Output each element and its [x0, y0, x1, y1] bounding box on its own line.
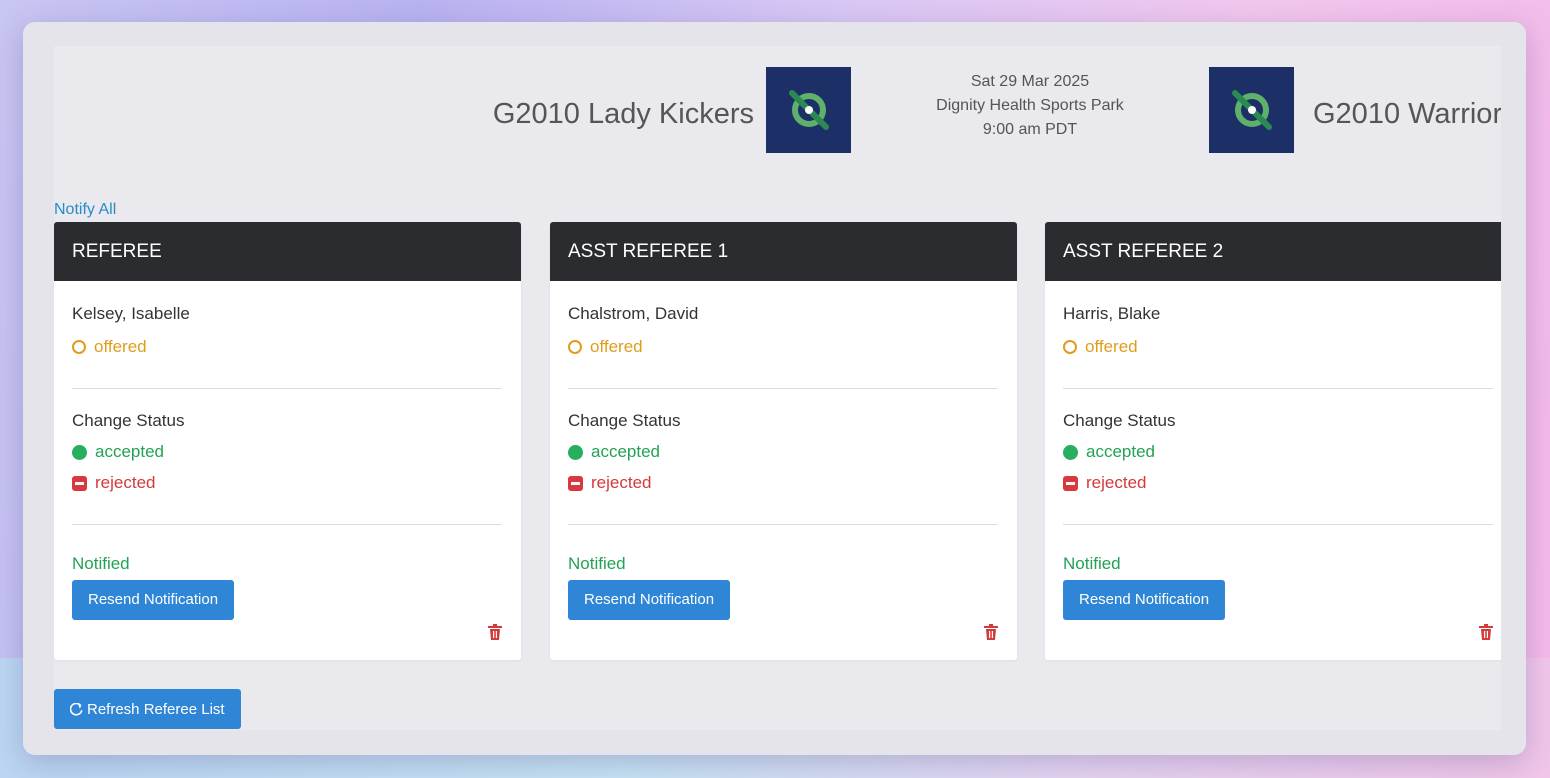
status-label: offered	[94, 337, 147, 356]
circle-outline-icon	[568, 340, 582, 354]
card-role-title: REFEREE	[54, 222, 521, 281]
away-team-logo-icon	[1209, 67, 1294, 153]
resend-notification-button[interactable]: Resend Notification	[1063, 580, 1226, 620]
asst-referee-1-card: ASST REFEREE 1 Chalstrom, David offered …	[550, 222, 1017, 660]
trash-icon[interactable]	[488, 624, 502, 640]
minus-square-icon	[1063, 475, 1078, 491]
official-name: Kelsey, Isabelle	[72, 304, 190, 323]
match-date: Sat 29 Mar 2025	[970, 73, 1090, 90]
current-status: offered	[568, 337, 643, 357]
current-status: offered	[1063, 337, 1138, 357]
page-viewport: G2010 Lady Kickers Sat 29 Mar 2025 Digni…	[54, 46, 1501, 730]
official-name: Harris, Blake	[1063, 304, 1161, 323]
change-status-label: Change Status	[568, 411, 681, 430]
notified-status: Notified	[568, 554, 626, 573]
refresh-label: Refresh Referee List	[87, 700, 225, 718]
status-label: offered	[1085, 337, 1138, 356]
refresh-referee-list-button[interactable]: Refresh Referee List	[54, 689, 241, 729]
notify-all-link[interactable]: Notify All	[54, 201, 116, 219]
match-venue: Dignity Health Sports Park	[936, 97, 1124, 114]
divider	[568, 388, 998, 389]
asst-referee-2-card: ASST REFEREE 2 Harris, Blake offered Cha…	[1045, 222, 1501, 660]
current-status: offered	[72, 337, 147, 357]
divider	[568, 524, 998, 525]
app-window: G2010 Lady Kickers Sat 29 Mar 2025 Digni…	[23, 22, 1526, 755]
refresh-icon	[70, 702, 83, 716]
change-status-label: Change Status	[72, 411, 185, 430]
card-role-title: ASST REFEREE 1	[550, 222, 1017, 281]
home-team-name: G2010 Lady Kickers	[492, 98, 754, 130]
change-status-label: Change Status	[1063, 411, 1176, 430]
match-header: G2010 Lady Kickers Sat 29 Mar 2025 Digni…	[54, 46, 1501, 196]
reject-option[interactable]: rejected	[568, 473, 651, 493]
resend-notification-button[interactable]: Resend Notification	[568, 580, 731, 620]
home-team-logo-icon	[766, 67, 851, 153]
card-role-title: ASST REFEREE 2	[1045, 222, 1501, 281]
referee-card: REFEREE Kelsey, Isabelle offered Change …	[54, 222, 521, 660]
reject-option[interactable]: rejected	[1063, 473, 1146, 493]
trash-icon[interactable]	[984, 624, 998, 640]
minus-square-icon	[72, 475, 87, 491]
official-name: Chalstrom, David	[568, 304, 699, 323]
reject-label: rejected	[1086, 473, 1147, 492]
minus-square-icon	[568, 475, 583, 491]
circle-outline-icon	[72, 340, 86, 354]
divider	[72, 388, 502, 389]
reject-label: rejected	[591, 473, 652, 492]
circle-outline-icon	[1063, 340, 1077, 354]
filled-circle-icon	[568, 444, 583, 460]
accept-label: accepted	[591, 442, 660, 461]
resend-notification-button[interactable]: Resend Notification	[72, 580, 235, 620]
accept-label: accepted	[1086, 442, 1155, 461]
reject-option[interactable]: rejected	[72, 473, 155, 493]
accept-label: accepted	[95, 442, 164, 461]
divider	[1063, 524, 1493, 525]
trash-icon[interactable]	[1479, 624, 1493, 640]
accept-option[interactable]: accepted	[72, 442, 164, 462]
notified-status: Notified	[72, 554, 130, 573]
away-team-name: G2010 Warriors	[1313, 98, 1501, 130]
filled-circle-icon	[72, 444, 87, 460]
divider	[1063, 388, 1493, 389]
accept-option[interactable]: accepted	[568, 442, 660, 462]
status-label: offered	[590, 337, 643, 356]
divider	[72, 524, 502, 525]
match-info: Sat 29 Mar 2025 Dignity Health Sports Pa…	[880, 70, 1180, 142]
filled-circle-icon	[1063, 444, 1078, 460]
match-time: 9:00 am PDT	[982, 121, 1078, 138]
reject-label: rejected	[95, 473, 156, 492]
notified-status: Notified	[1063, 554, 1121, 573]
accept-option[interactable]: accepted	[1063, 442, 1155, 462]
